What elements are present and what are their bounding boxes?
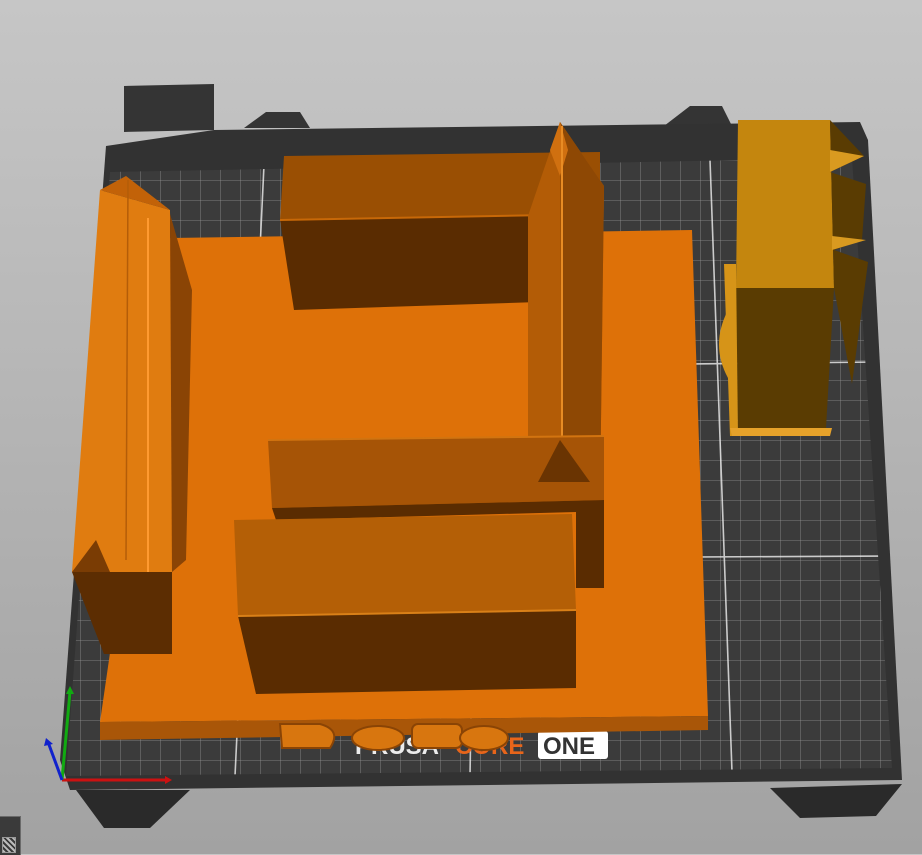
view-toggle-icon — [2, 837, 16, 853]
3d-viewport[interactable]: PRUSA CORE ONE — [0, 0, 922, 854]
brand-one: ONE — [543, 733, 595, 760]
view-toggle-button[interactable] — [0, 816, 21, 855]
model-front-lettering[interactable] — [278, 723, 509, 751]
model-front-box[interactable] — [234, 514, 577, 694]
